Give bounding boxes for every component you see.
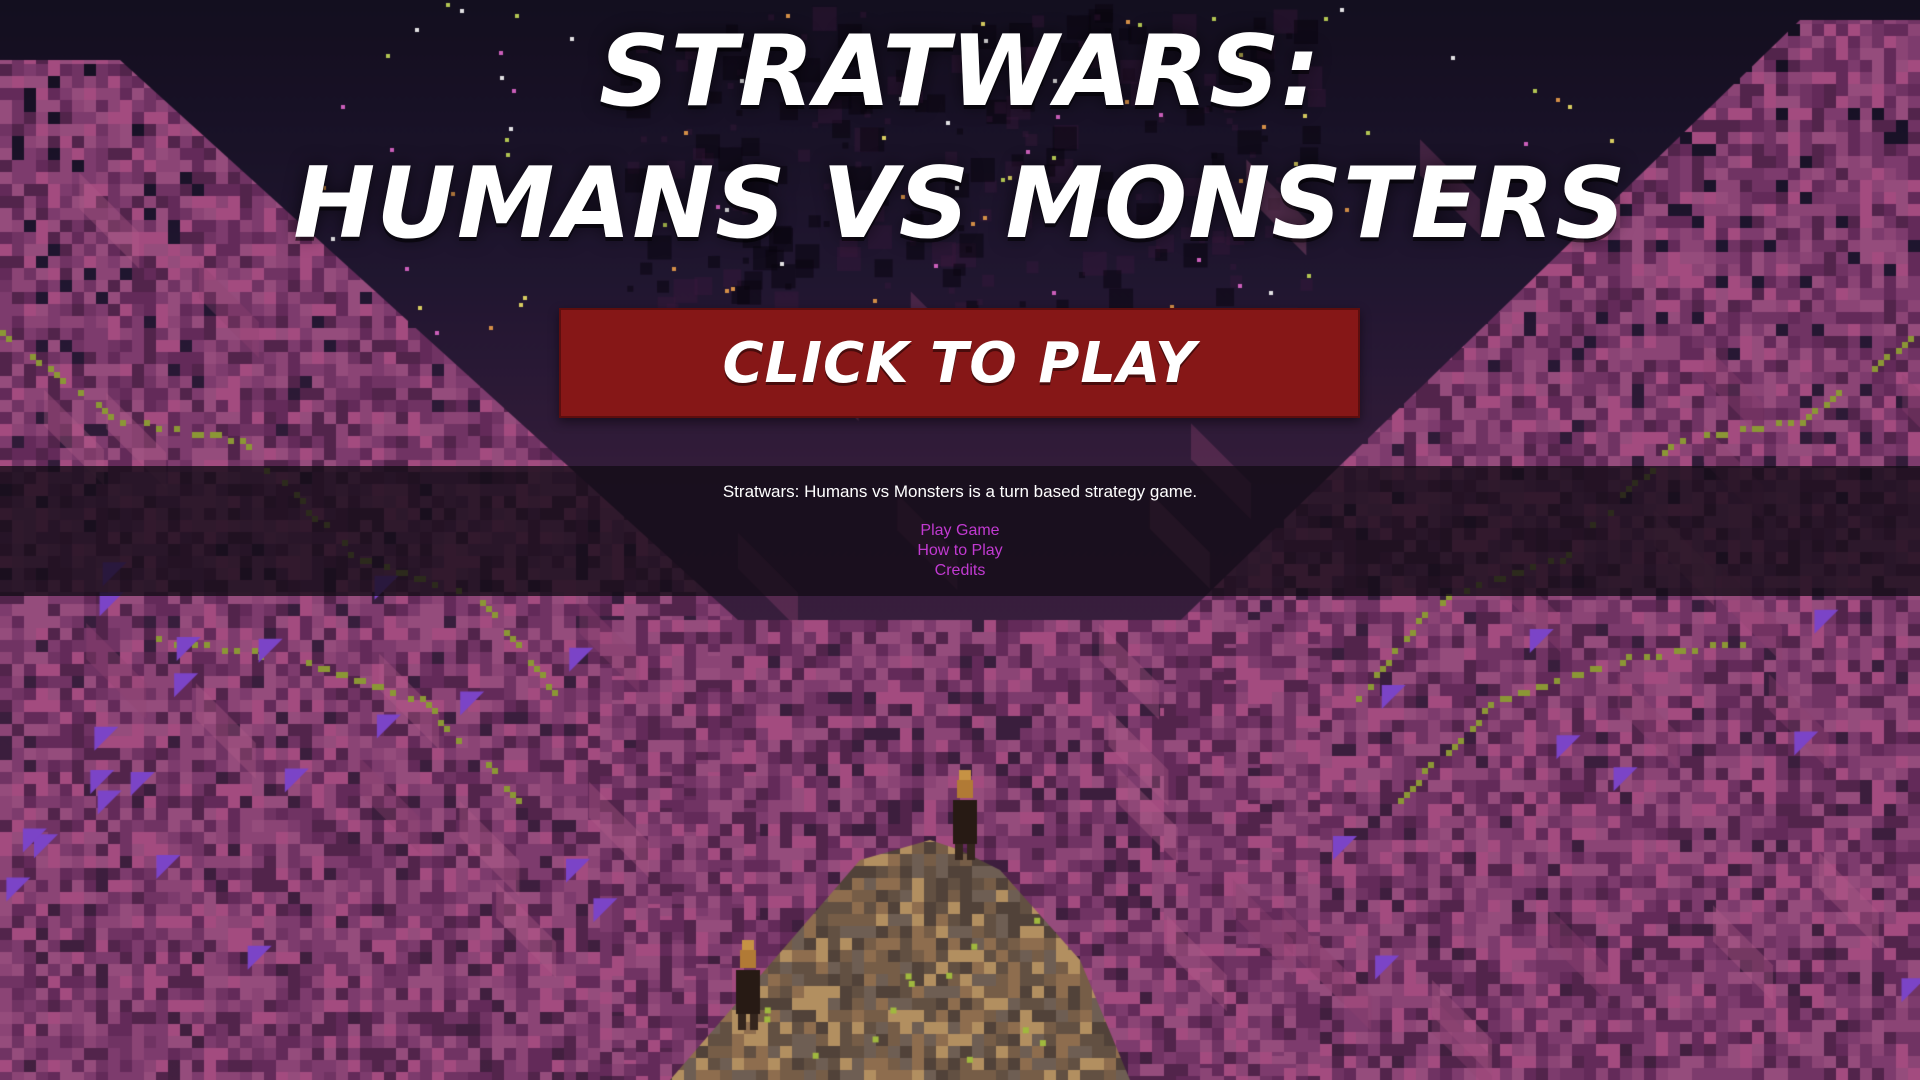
game-stage: STRATWARS: HUMANS VS MONSTERS CLICK TO P…	[0, 0, 1920, 1080]
play-button-label: CLICK TO PLAY	[722, 330, 1197, 396]
info-panel: Stratwars: Humans vs Monsters is a turn …	[0, 466, 1920, 596]
title-line-1: STRATWARS:	[599, 15, 1321, 129]
game-description: Stratwars: Humans vs Monsters is a turn …	[722, 482, 1198, 501]
click-to-play-button[interactable]: CLICK TO PLAY	[559, 308, 1360, 418]
game-title: STRATWARS: HUMANS VS MONSTERS	[0, 6, 1920, 270]
credits-link[interactable]: Credits	[935, 561, 986, 581]
how-to-play-link[interactable]: How to Play	[917, 541, 1002, 561]
title-line-2: HUMANS VS MONSTERS	[293, 147, 1627, 261]
nav-links: Play Game How to Play Credits	[0, 521, 1920, 581]
play-game-link[interactable]: Play Game	[920, 521, 999, 541]
